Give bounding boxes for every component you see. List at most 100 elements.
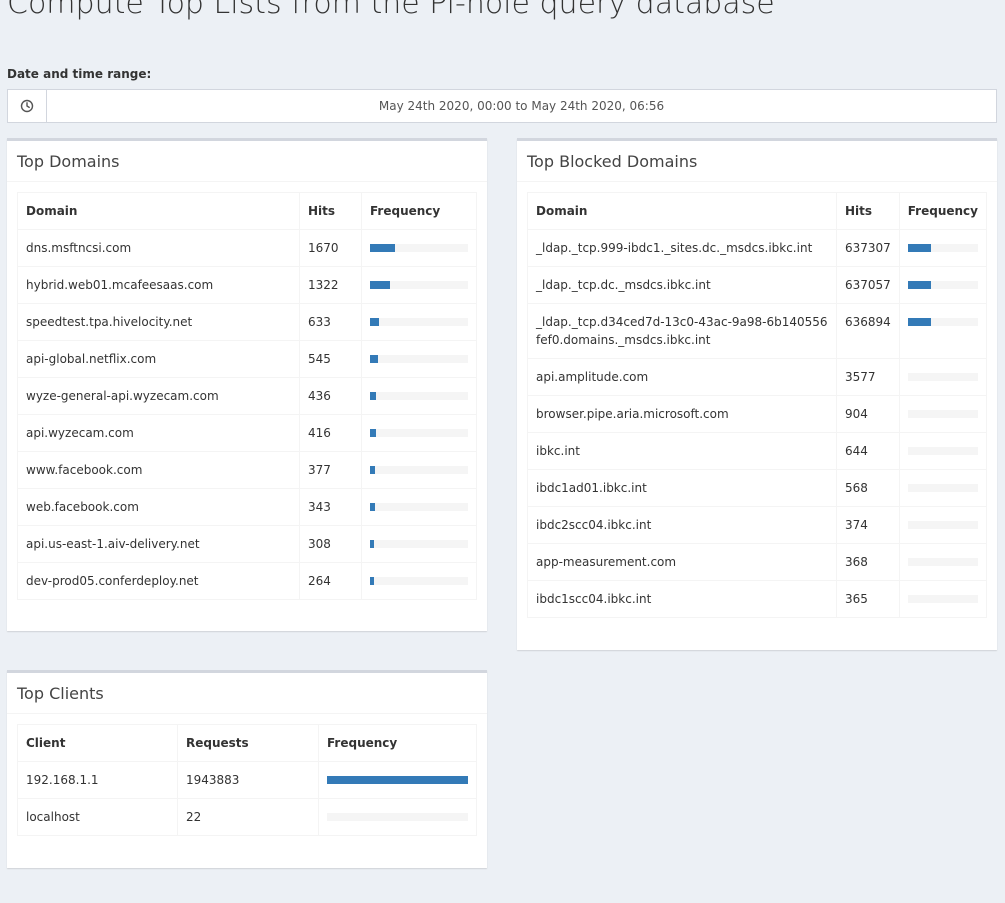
frequency-bar (370, 355, 468, 363)
hit-count: 636894 (835, 303, 900, 359)
hit-count: 365 (835, 580, 900, 618)
top-blocked-domains-title: Top Blocked Domains (517, 141, 997, 182)
frequency-bar (907, 484, 978, 492)
table-row: ibdc1scc04.ibkc.int 365 (527, 580, 988, 618)
table-row: browser.pipe.aria.microsoft.com 904 (527, 395, 988, 433)
frequency-bar-fill (907, 318, 931, 326)
frequency-cell (361, 377, 477, 415)
frequency-cell (898, 432, 988, 470)
request-count: 1943883 (177, 761, 319, 799)
domain-name: www.facebook.com (17, 451, 300, 489)
top-blocked-domains-table: Domain Hits Frequency _ldap._tcp.999-ibd… (527, 192, 988, 618)
frequency-bar-fill (370, 318, 379, 326)
frequency-cell (361, 562, 477, 600)
frequency-bar-fill (907, 244, 931, 252)
hit-count: 377 (299, 451, 362, 489)
frequency-bar-fill (370, 355, 378, 363)
domain-name: _ldap._tcp.999-ibdc1._sites.dc._msdcs.ib… (527, 229, 837, 267)
hit-count: 1322 (299, 266, 362, 304)
hit-count: 545 (299, 340, 362, 378)
frequency-cell (361, 303, 477, 341)
frequency-bar (907, 410, 978, 418)
table-row: speedtest.tpa.hivelocity.net 633 (17, 303, 477, 341)
frequency-bar (370, 429, 468, 437)
table-row: www.facebook.com 377 (17, 451, 477, 489)
frequency-bar (370, 577, 468, 585)
frequency-bar (327, 776, 468, 784)
frequency-bar-fill (907, 281, 931, 289)
hit-count: 568 (835, 469, 900, 507)
top-clients-table: Client Requests Frequency 192.168.1.1 194… (17, 724, 477, 836)
frequency-bar (370, 503, 468, 511)
frequency-bar-fill (370, 429, 376, 437)
domain-name: wyze-general-api.wyzecam.com (17, 377, 300, 415)
frequency-bar (907, 595, 978, 603)
frequency-bar (907, 244, 978, 252)
frequency-bar (907, 373, 978, 381)
table-row: _ldap._tcp.dc._msdcs.ibkc.int 637057 (527, 266, 988, 304)
date-range-input[interactable]: May 24th 2020, 00:00 to May 24th 2020, 0… (47, 90, 996, 122)
frequency-cell (898, 266, 988, 304)
table-row: wyze-general-api.wyzecam.com 436 (17, 377, 477, 415)
frequency-bar-fill (370, 466, 375, 474)
client-name: localhost (17, 798, 178, 836)
frequency-cell (361, 525, 477, 563)
domain-name: ibdc2scc04.ibkc.int (527, 506, 837, 544)
top-domains-table: Domain Hits Frequency dns.msftncsi.com 16… (17, 192, 477, 600)
page-title: Compute Top Lists from the Pi-hole query… (7, 0, 775, 21)
frequency-bar (370, 466, 468, 474)
domain-name: browser.pipe.aria.microsoft.com (527, 395, 837, 433)
table-row: localhost 22 (17, 798, 477, 836)
frequency-cell (898, 580, 988, 618)
domain-name: _ldap._tcp.d34ced7d-13c0-43ac-9a98-6b140… (527, 303, 837, 359)
hit-count: 343 (299, 488, 362, 526)
client-name: 192.168.1.1 (17, 761, 178, 799)
frequency-cell (318, 798, 477, 836)
frequency-bar-fill (370, 244, 395, 252)
table-row: _ldap._tcp.999-ibdc1._sites.dc._msdcs.ib… (527, 229, 988, 267)
frequency-cell (898, 543, 988, 581)
table-row: 192.168.1.1 1943883 (17, 761, 477, 799)
hit-count: 1670 (299, 229, 362, 267)
hit-count: 644 (835, 432, 900, 470)
frequency-cell (898, 469, 988, 507)
domain-name: api.wyzecam.com (17, 414, 300, 452)
date-range-label: Date and time range: (7, 67, 152, 81)
column-header-frequency: Frequency (318, 724, 477, 762)
domain-name: ibdc1ad01.ibkc.int (527, 469, 837, 507)
frequency-bar (907, 558, 978, 566)
clock-icon (8, 90, 47, 122)
table-row: web.facebook.com 343 (17, 488, 477, 526)
domain-name: dev-prod05.conferdeploy.net (17, 562, 300, 600)
domain-name: app-measurement.com (527, 543, 837, 581)
table-row: app-measurement.com 368 (527, 543, 988, 581)
column-header-client: Client (17, 724, 178, 762)
frequency-cell (361, 488, 477, 526)
domain-name: speedtest.tpa.hivelocity.net (17, 303, 300, 341)
frequency-bar (907, 281, 978, 289)
hit-count: 374 (835, 506, 900, 544)
frequency-bar-fill (370, 392, 376, 400)
hit-count: 368 (835, 543, 900, 581)
domain-name: dns.msftncsi.com (17, 229, 300, 267)
frequency-bar (907, 447, 978, 455)
frequency-cell (361, 229, 477, 267)
frequency-bar (907, 318, 978, 326)
hit-count: 264 (299, 562, 362, 600)
hit-count: 637307 (835, 229, 900, 267)
column-header-requests: Requests (177, 724, 319, 762)
table-row: ibdc1ad01.ibkc.int 568 (527, 469, 988, 507)
domain-name: _ldap._tcp.dc._msdcs.ibkc.int (527, 266, 837, 304)
column-header-frequency: Frequency (898, 192, 988, 230)
frequency-bar-fill (370, 577, 374, 585)
date-range-picker[interactable]: May 24th 2020, 00:00 to May 24th 2020, 0… (7, 89, 997, 123)
table-row: ibdc2scc04.ibkc.int 374 (527, 506, 988, 544)
frequency-bar-fill (370, 503, 375, 511)
column-header-domain: Domain (17, 192, 300, 230)
table-row: api.wyzecam.com 416 (17, 414, 477, 452)
hit-count: 637057 (835, 266, 900, 304)
hit-count: 308 (299, 525, 362, 563)
table-row: api.amplitude.com 3577 (527, 358, 988, 396)
domain-name: api.us-east-1.aiv-delivery.net (17, 525, 300, 563)
column-header-frequency: Frequency (361, 192, 477, 230)
